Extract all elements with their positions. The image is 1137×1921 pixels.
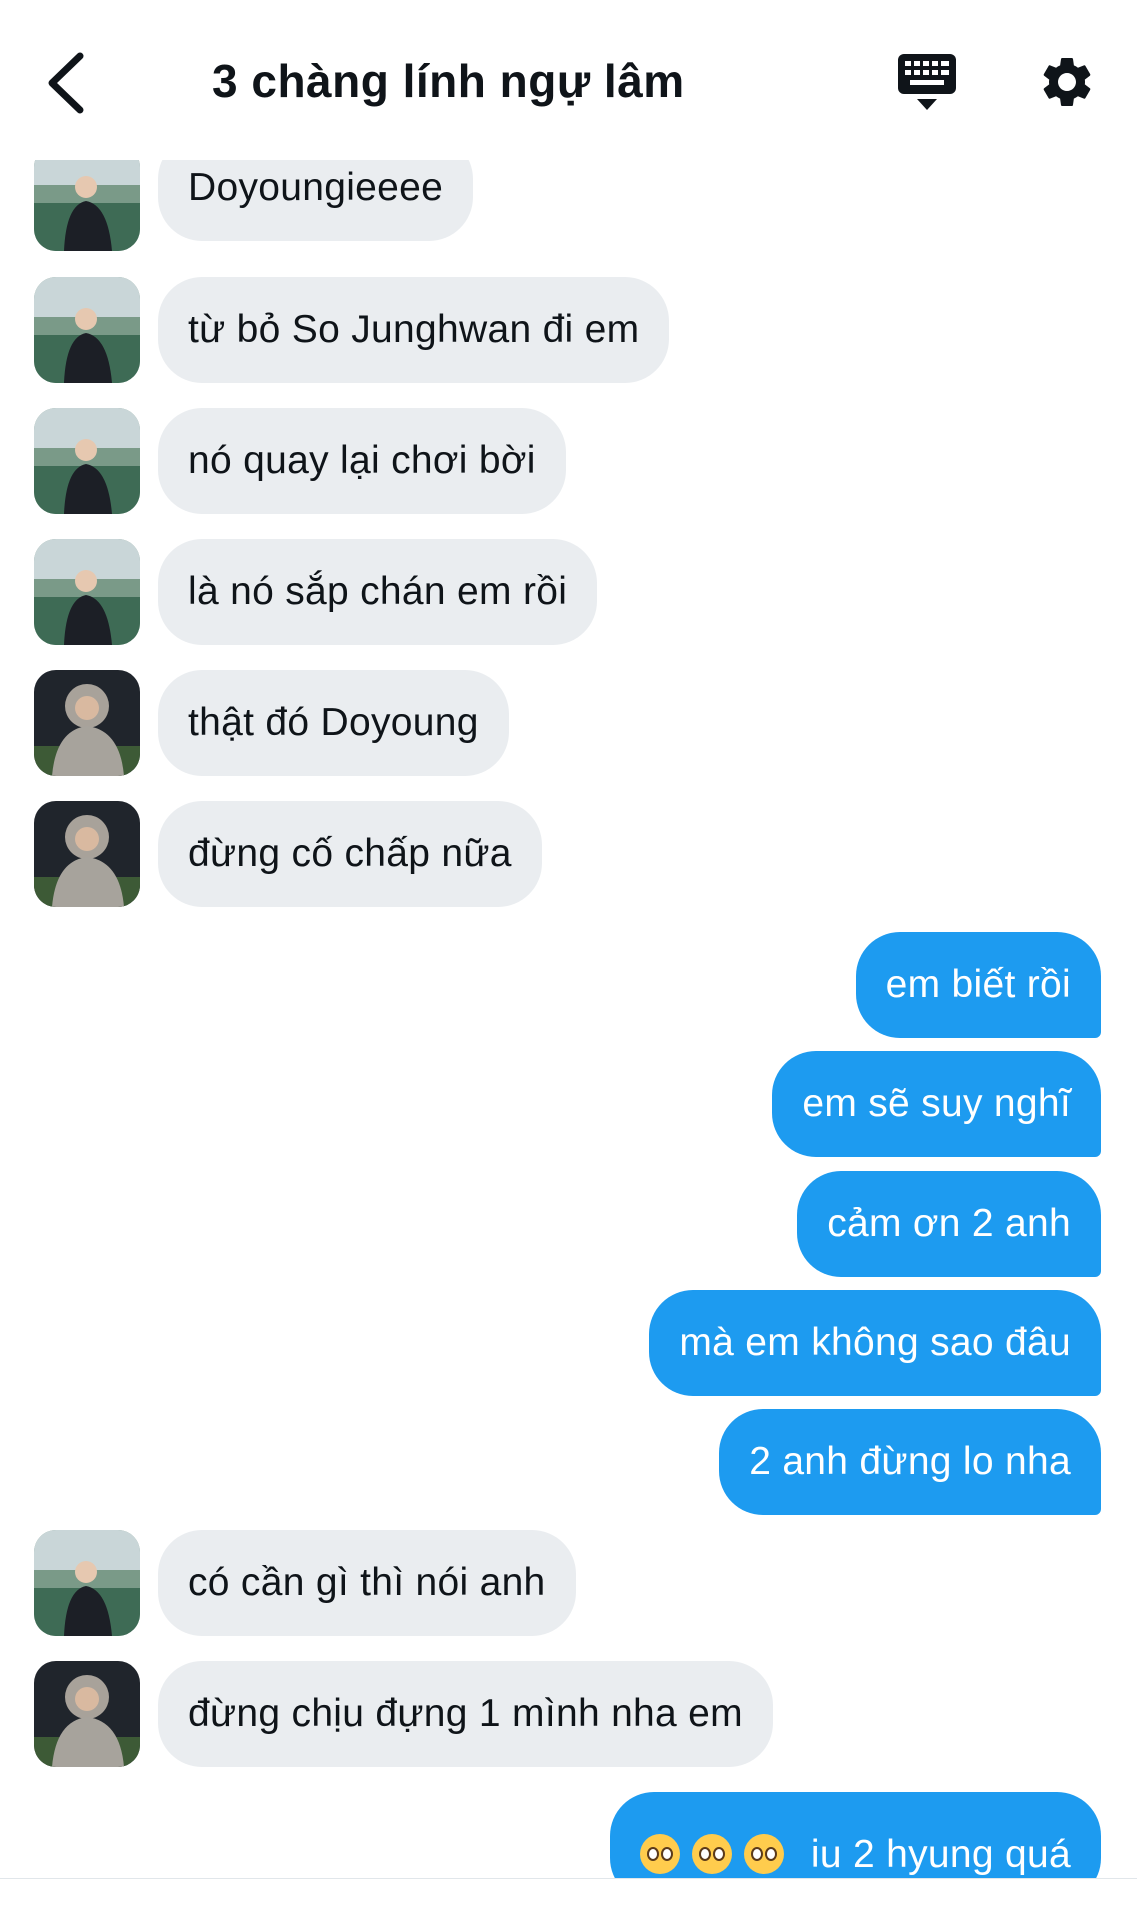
avatar[interactable] bbox=[34, 1530, 140, 1636]
message-bubble-outgoing[interactable]: mà em không sao đâu bbox=[649, 1290, 1101, 1396]
pleading-face-emoji-icon bbox=[691, 1833, 732, 1874]
avatar[interactable] bbox=[34, 670, 140, 776]
avatar[interactable] bbox=[34, 277, 140, 383]
keyboard-icon bbox=[898, 54, 956, 110]
avatar[interactable] bbox=[34, 801, 140, 907]
message-bubble-outgoing[interactable]: em biết rồi bbox=[855, 932, 1101, 1038]
composer-area bbox=[0, 1878, 1137, 1921]
avatar[interactable] bbox=[34, 408, 140, 514]
message-bubble-outgoing[interactable]: 2 anh đừng lo nha bbox=[719, 1409, 1101, 1515]
avatar[interactable] bbox=[34, 539, 140, 645]
gear-icon bbox=[1043, 57, 1091, 106]
keyboard-button[interactable] bbox=[897, 52, 957, 114]
pleading-face-emoji-icon bbox=[639, 1833, 680, 1874]
message-bubble-incoming[interactable]: từ bỏ So Junghwan đi em bbox=[158, 277, 670, 383]
message-bubble-incoming[interactable]: thật đó Doyoung bbox=[158, 670, 509, 776]
avatar[interactable] bbox=[34, 1661, 140, 1767]
message-bubble-incoming[interactable]: nó quay lại chơi bời bbox=[158, 408, 566, 514]
chat-header: 3 chàng lính ngự lâm bbox=[0, 0, 1137, 160]
message-bubble-outgoing[interactable]: em sẽ suy nghĩ bbox=[772, 1051, 1101, 1157]
avatar[interactable] bbox=[34, 145, 140, 251]
message-bubble-incoming[interactable]: có cần gì thì nói anh bbox=[158, 1530, 576, 1636]
pleading-face-emoji-icon bbox=[743, 1833, 784, 1874]
back-button[interactable] bbox=[42, 48, 102, 118]
page-title[interactable]: 3 chàng lính ngự lâm bbox=[212, 52, 685, 110]
message-text: iu 2 hyung quá bbox=[810, 1833, 1071, 1876]
message-bubble-incoming[interactable]: đừng chịu đựng 1 mình nha em bbox=[158, 1661, 773, 1767]
settings-button[interactable] bbox=[1037, 52, 1097, 112]
message-bubble-outgoing[interactable]: cảm ơn 2 anh bbox=[797, 1171, 1101, 1277]
chevron-left-icon bbox=[48, 52, 84, 114]
message-bubble-incoming[interactable]: đừng cố chấp nữa bbox=[158, 801, 542, 907]
message-bubble-incoming[interactable]: là nó sắp chán em rồi bbox=[158, 539, 598, 645]
